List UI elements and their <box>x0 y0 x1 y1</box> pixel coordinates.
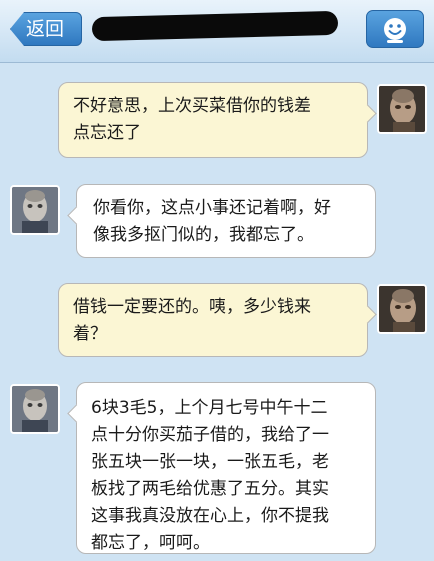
message-bubble[interactable]: 你看你，这点小事还记着啊，好 像我多抠门似的，我都忘了。 <box>67 184 376 258</box>
smiley-face-icon <box>384 18 406 43</box>
sender-avatar[interactable] <box>377 84 427 134</box>
message-text: 这事我真没放在心上，你不提我 <box>91 506 329 526</box>
sender-avatar[interactable] <box>377 284 427 334</box>
message-text: 不好意思，上次买菜借你的钱差 <box>73 96 311 116</box>
profile-button[interactable] <box>366 10 424 48</box>
bubble-tail <box>358 104 377 123</box>
avatar-image <box>379 86 425 132</box>
message-text: 6块3毛5，上个月七号中午十二 <box>91 398 328 418</box>
avatar-image <box>12 187 58 233</box>
message-bubble[interactable]: 6块3毛5，上个月七号中午十二 点十分你买茄子借的，我给了一 张五块一张一块，一… <box>67 382 376 554</box>
message-text: 张五块一张一块，一张五毛，老 <box>91 452 329 472</box>
contact-avatar[interactable] <box>10 384 60 434</box>
message-text: 你看你，这点小事还记着啊，好 <box>93 198 331 218</box>
chat-header: 返回 <box>0 0 434 63</box>
avatar-image <box>12 386 58 432</box>
back-button-label[interactable]: 返回 <box>26 19 64 39</box>
message-text: 借钱一定要还的。咦，多少钱来 <box>73 297 311 317</box>
avatar-image <box>379 286 425 332</box>
bubble-tail <box>67 404 86 423</box>
message-bubble[interactable]: 不好意思，上次买菜借你的钱差 点忘还了 <box>58 82 377 158</box>
message-text: 点十分你买茄子借的，我给了一 <box>91 425 329 445</box>
message-text: 像我多抠门似的，我都忘了。 <box>93 225 314 245</box>
message-text: 点忘还了 <box>73 123 141 143</box>
bubble-tail <box>358 305 377 324</box>
bubble-tail <box>67 206 86 225</box>
message-bubble[interactable]: 借钱一定要还的。咦，多少钱来 着？ <box>58 283 377 357</box>
message-text: 都忘了，呵呵。 <box>91 533 210 553</box>
contact-avatar[interactable] <box>10 185 60 235</box>
message-text: 着？ <box>73 324 107 344</box>
chat-title <box>92 14 338 38</box>
message-text: 板找了两毛给优惠了五分。其实 <box>91 479 329 499</box>
